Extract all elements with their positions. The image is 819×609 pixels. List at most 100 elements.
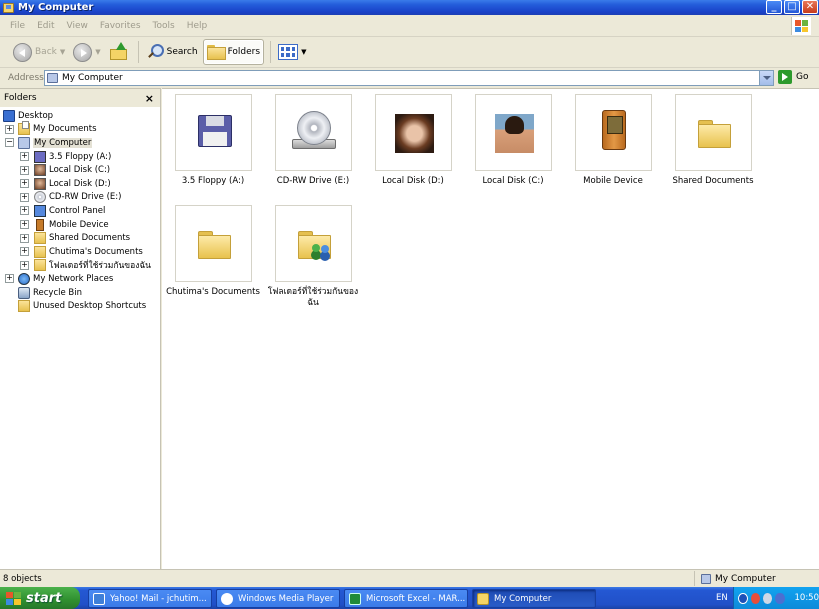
tree-item-mobile-device[interactable]: + Mobile Device [0,218,160,232]
taskbar-item-media-player[interactable]: Windows Media Player [216,589,340,608]
desktop-icon [3,109,15,122]
item-shared-folder-thai[interactable]: โฟลเดอร์ที่ใช้ร่วมกันของ ฉัน [263,205,363,309]
window-controls: _ □ ✕ [766,0,818,14]
go-button[interactable]: Go [778,70,808,84]
address-bar: Address My Computer Go [0,68,819,88]
tree-item-label: โฟลเดอร์ที่ใช้ร่วมกันของฉัน [49,261,151,272]
expand-icon[interactable]: + [20,179,29,189]
item-thumbnail [374,94,452,171]
tree-item-my-documents[interactable]: + My Documents [0,121,160,137]
chevron-down-icon[interactable]: ▼ [60,48,65,56]
expand-icon[interactable]: + [5,274,14,284]
item-cd-drive[interactable]: CD-RW Drive (E:) [263,94,363,187]
back-arrow-icon [13,42,32,62]
item-thumbnail [274,205,352,282]
item-label: Local Disk (D:) [382,176,444,186]
tree-item-shared-folder-thai[interactable]: + โฟลเดอร์ที่ใช้ร่วมกันของฉัน [0,259,160,273]
expand-icon[interactable]: + [5,124,14,134]
menu-favorites[interactable]: Favorites [100,21,141,31]
address-input[interactable]: My Computer [44,70,774,86]
expand-icon[interactable]: + [20,233,29,243]
tree-item-chutimas-documents[interactable]: + Chutima's Documents [0,245,160,259]
language-indicator[interactable]: EN [716,593,728,603]
volume-icon[interactable] [762,592,773,604]
my-computer-icon [18,136,30,149]
menu-tools[interactable]: Tools [153,21,175,31]
taskbar-item-label: Yahoo! Mail - jchutim... [110,593,207,604]
folder-icon [197,231,231,259]
folder-icon [34,245,46,258]
close-button[interactable]: ✕ [802,0,818,14]
expand-icon[interactable]: + [20,247,29,257]
folders-pane-header: Folders × [0,89,160,107]
maximize-button[interactable]: □ [784,0,800,14]
back-button[interactable]: Back ▼ [10,39,68,65]
item-shared-documents[interactable]: Shared Documents [663,94,763,187]
tree-item-unused-shortcuts[interactable]: Unused Desktop Shortcuts [0,299,160,313]
item-local-disk-c[interactable]: Local Disk (C:) [463,94,563,187]
tree-item-recycle-bin[interactable]: Recycle Bin [0,286,160,300]
up-button[interactable] [106,39,132,65]
tree-item-local-disk-d[interactable]: + Local Disk (D:) [0,177,160,191]
tree-item-my-computer[interactable]: − My Computer [0,136,160,150]
excel-icon [349,592,361,605]
status-location: My Computer [694,571,819,586]
address-dropdown-icon[interactable] [759,71,773,85]
item-mobile-device[interactable]: Mobile Device [563,94,663,187]
expand-icon[interactable]: + [20,165,29,175]
tray-app-icon[interactable] [750,592,760,604]
item-label: 3.5 Floppy (A:) [181,176,245,186]
network-tray-icon[interactable] [775,592,785,604]
tree-item-control-panel[interactable]: + Control Panel [0,204,160,218]
folder-icon [206,45,226,60]
expand-icon[interactable]: + [20,192,29,202]
search-button[interactable]: Search [143,39,201,65]
taskbar-item-excel[interactable]: Microsoft Excel - MAR... [344,589,468,608]
item-chutimas-documents[interactable]: Chutima's Documents [163,205,263,298]
collapse-icon[interactable]: − [5,138,14,148]
minimize-button[interactable]: _ [766,0,782,14]
ie-icon [93,592,105,605]
tree-item-cd-drive[interactable]: + CD-RW Drive (E:) [0,191,160,205]
local-disk-icon [34,177,46,190]
chevron-down-icon[interactable]: ▼ [95,48,100,56]
menu-file[interactable]: File [10,21,25,31]
toolbar-divider [137,41,139,63]
item-floppy-drive[interactable]: 3.5 Floppy (A:) [163,94,263,187]
menu-help[interactable]: Help [187,21,208,31]
tree-item-label: CD-RW Drive (E:) [49,192,122,203]
tray-expand-icon[interactable] [738,592,748,604]
item-thumbnail [574,94,652,171]
local-disk-photo-icon [494,114,534,153]
status-location-label: My Computer [715,573,776,584]
expand-icon[interactable]: + [20,220,29,230]
folders-button[interactable]: Folders [202,39,265,65]
expand-icon[interactable]: + [20,206,29,216]
menu-edit[interactable]: Edit [37,21,54,31]
floppy-icon [34,150,46,163]
close-icon[interactable]: × [145,92,154,105]
views-button[interactable]: ▼ [275,39,309,65]
search-icon [146,43,164,61]
taskbar-item-my-computer[interactable]: My Computer [472,589,596,608]
my-computer-icon [477,592,489,605]
tree-item-my-network-places[interactable]: + My Network Places [0,272,160,286]
address-label: Address [8,73,44,83]
windows-logo-icon [6,591,21,605]
tree-item-shared-documents[interactable]: + Shared Documents [0,231,160,245]
expand-icon[interactable]: + [20,152,29,162]
forward-button[interactable]: ▼ [70,39,103,65]
tree-item-floppy[interactable]: + 3.5 Floppy (A:) [0,150,160,164]
views-grid-icon [278,44,299,60]
start-button[interactable]: start [0,587,80,609]
chevron-down-icon[interactable]: ▼ [301,48,306,56]
tree-item-label: Desktop [18,110,54,121]
item-thumbnail [274,94,352,171]
item-local-disk-d[interactable]: Local Disk (D:) [363,94,463,187]
expand-icon[interactable]: + [20,260,29,270]
tree-item-label: Local Disk (C:) [49,165,111,176]
item-label: Chutima's Documents [166,287,260,297]
tree-item-local-disk-c[interactable]: + Local Disk (C:) [0,163,160,177]
menu-view[interactable]: View [67,21,88,31]
taskbar-item-yahoo-mail[interactable]: Yahoo! Mail - jchutim... [88,589,212,608]
